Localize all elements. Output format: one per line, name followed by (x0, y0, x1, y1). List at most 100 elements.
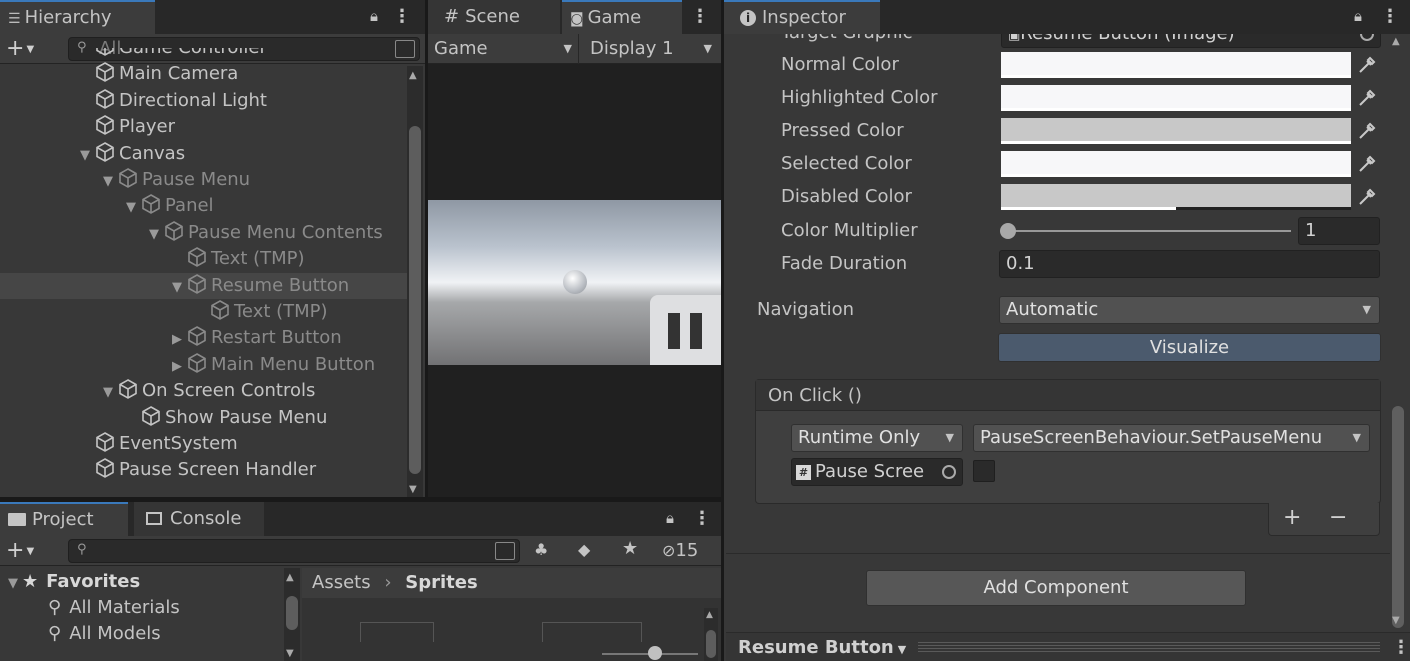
selection-dropdown[interactable]: Resume Button ▼ (738, 633, 906, 661)
hierarchy-item[interactable]: ▼ Pause Menu (0, 167, 407, 193)
pause-button[interactable] (650, 295, 721, 365)
hierarchy-item[interactable]: Player (0, 114, 407, 140)
favorite-item[interactable]: ⚲ All Models (48, 621, 282, 647)
hierarchy-item[interactable]: ▶ Restart Button (0, 325, 407, 351)
inspector-scrollbar[interactable]: ▲ ▼ (1390, 34, 1406, 628)
target-graphic-field[interactable]: ▣Resume Button (Image) (1001, 34, 1381, 48)
lock-icon[interactable]: 🔒︎ (1348, 0, 1368, 34)
favorite-item[interactable]: ⚲ All Materials (48, 595, 282, 621)
add-component-button[interactable]: Add Component (866, 570, 1246, 606)
hierarchy-item[interactable]: Directional Light (0, 88, 407, 114)
hierarchy-item[interactable]: Game Controller (0, 48, 407, 61)
panel-divider[interactable] (425, 0, 428, 497)
hierarchy-item[interactable]: ▶ Main Menu Button (0, 352, 407, 378)
object-picker-icon[interactable] (942, 465, 956, 479)
drag-handle[interactable] (918, 642, 1380, 652)
fade-duration-input[interactable]: 0.1 (999, 250, 1380, 278)
hidden-packages-toggle[interactable]: ⊘15 (662, 538, 698, 564)
more-options-icon[interactable]: ⋮ (690, 0, 710, 34)
hierarchy-item[interactable]: ▼ Pause Menu Contents (0, 220, 407, 246)
project-search-input[interactable]: ⚲ (68, 539, 520, 563)
tab-scene[interactable]: # Scene (428, 0, 560, 34)
object-picker-icon[interactable] (1360, 34, 1374, 41)
hierarchy-item[interactable]: ▼ On Screen Controls (0, 378, 407, 404)
tab-inspector[interactable]: i Inspector (724, 0, 880, 34)
chevron-down-icon[interactable]: ▼ (122, 195, 140, 221)
hierarchy-item[interactable]: Text (TMP) (0, 299, 407, 325)
asset-thumbnail[interactable] (542, 622, 642, 642)
function-dropdown[interactable]: PauseScreenBehaviour.SetPauseMenu ▼ (973, 424, 1370, 452)
create-button[interactable]: + ▼ (6, 537, 34, 565)
scroll-thumb[interactable] (1392, 406, 1404, 628)
hierarchy-item[interactable]: Pause Screen Handler (0, 457, 407, 483)
hierarchy-scrollbar[interactable]: ▲ ▼ (407, 66, 423, 497)
view-dropdown[interactable]: Game ▼ (434, 34, 576, 64)
eyedropper-icon[interactable] (1355, 53, 1377, 77)
chevron-down-icon[interactable]: ▼ (99, 380, 117, 406)
breadcrumb-assets[interactable]: Assets (312, 572, 371, 593)
chevron-down-icon[interactable]: ▼ (76, 143, 94, 169)
chevron-down-icon[interactable]: ▼ (168, 275, 186, 301)
asset-thumbnail[interactable] (360, 622, 434, 642)
panel-divider[interactable] (0, 497, 721, 502)
scroll-thumb[interactable] (286, 596, 298, 630)
display-dropdown[interactable]: Display 1 ▼ (590, 34, 718, 64)
eyedropper-icon[interactable] (1355, 152, 1377, 176)
color-label: Disabled Color (781, 186, 912, 207)
color-swatch[interactable] (1001, 151, 1351, 177)
hierarchy-item[interactable]: EventSystem (0, 431, 407, 457)
color-multiplier-slider-thumb[interactable] (1000, 223, 1016, 239)
target-object-field[interactable]: # Pause Scree (791, 458, 963, 486)
favorites-header[interactable]: ▼ ★ Favorites (4, 569, 282, 595)
hierarchy-item[interactable]: Show Pause Menu (0, 405, 407, 431)
color-swatch[interactable] (1001, 184, 1351, 210)
navigation-dropdown[interactable]: Automatic ▼ (999, 296, 1380, 324)
color-multiplier-input[interactable]: 1 (1298, 217, 1380, 245)
hierarchy-item[interactable]: ▼ Canvas (0, 141, 407, 167)
tab-console[interactable]: Console (134, 502, 264, 536)
scroll-thumb[interactable] (706, 630, 716, 658)
scene-search-icon[interactable] (495, 542, 515, 560)
chevron-right-icon[interactable]: ▶ (168, 354, 186, 380)
eyedropper-icon[interactable] (1355, 185, 1377, 209)
hierarchy-item[interactable]: Main Camera (0, 61, 407, 87)
lock-icon[interactable]: 🔒︎ (660, 502, 680, 536)
scroll-down-icon[interactable]: ▼ (409, 484, 417, 495)
eyedropper-icon[interactable] (1355, 119, 1377, 143)
star-filter-icon[interactable]: ★ (622, 538, 644, 560)
more-options-icon[interactable]: ⋮ (1380, 0, 1400, 34)
type-filter-icon[interactable]: ♣ (534, 540, 556, 562)
panel-divider[interactable] (721, 0, 724, 661)
breadcrumb-sprites[interactable]: Sprites (405, 572, 477, 593)
more-options-icon[interactable]: ⋮ (692, 502, 712, 536)
hierarchy-item[interactable]: ▼ Panel (0, 193, 407, 219)
hierarchy-item[interactable]: ▼ Resume Button (0, 272, 407, 301)
more-options-icon[interactable]: ⋮ (392, 0, 412, 34)
chevron-down-icon[interactable]: ▼ (145, 222, 163, 248)
color-multiplier-slider-track[interactable] (1007, 230, 1291, 232)
color-swatch[interactable] (1001, 118, 1351, 144)
scroll-thumb[interactable] (409, 126, 421, 474)
chevron-down-icon[interactable]: ▼ (99, 169, 117, 195)
chevron-right-icon[interactable]: ▶ (168, 327, 186, 353)
color-swatch[interactable] (1001, 52, 1351, 78)
more-options-icon[interactable]: ⋮ (1392, 633, 1410, 661)
color-swatch[interactable] (1001, 85, 1351, 111)
lock-icon[interactable]: 🔒︎ (364, 0, 384, 34)
tab-hierarchy[interactable]: ☰ Hierarchy (0, 0, 155, 34)
scroll-up-icon[interactable]: ▲ (409, 70, 417, 81)
runtime-dropdown[interactable]: Runtime Only ▼ (791, 424, 963, 452)
tab-game[interactable]: ◙ Game (562, 0, 682, 34)
add-listener-button[interactable]: + (1283, 503, 1301, 533)
visualize-button[interactable]: Visualize (998, 333, 1381, 362)
hierarchy-item[interactable]: Text (TMP) (0, 246, 407, 272)
game-viewport[interactable] (428, 200, 721, 365)
tab-project[interactable]: Project (0, 502, 128, 536)
assets-scrollbar[interactable]: ▲ (704, 608, 718, 661)
bool-argument-toggle[interactable] (973, 460, 995, 482)
zoom-slider-thumb[interactable] (648, 646, 662, 660)
label-filter-icon[interactable]: ◆ (578, 540, 600, 562)
remove-listener-button[interactable]: − (1329, 503, 1347, 533)
eyedropper-icon[interactable] (1355, 86, 1377, 110)
project-tree-scrollbar[interactable]: ▲ ▼ (284, 568, 300, 661)
